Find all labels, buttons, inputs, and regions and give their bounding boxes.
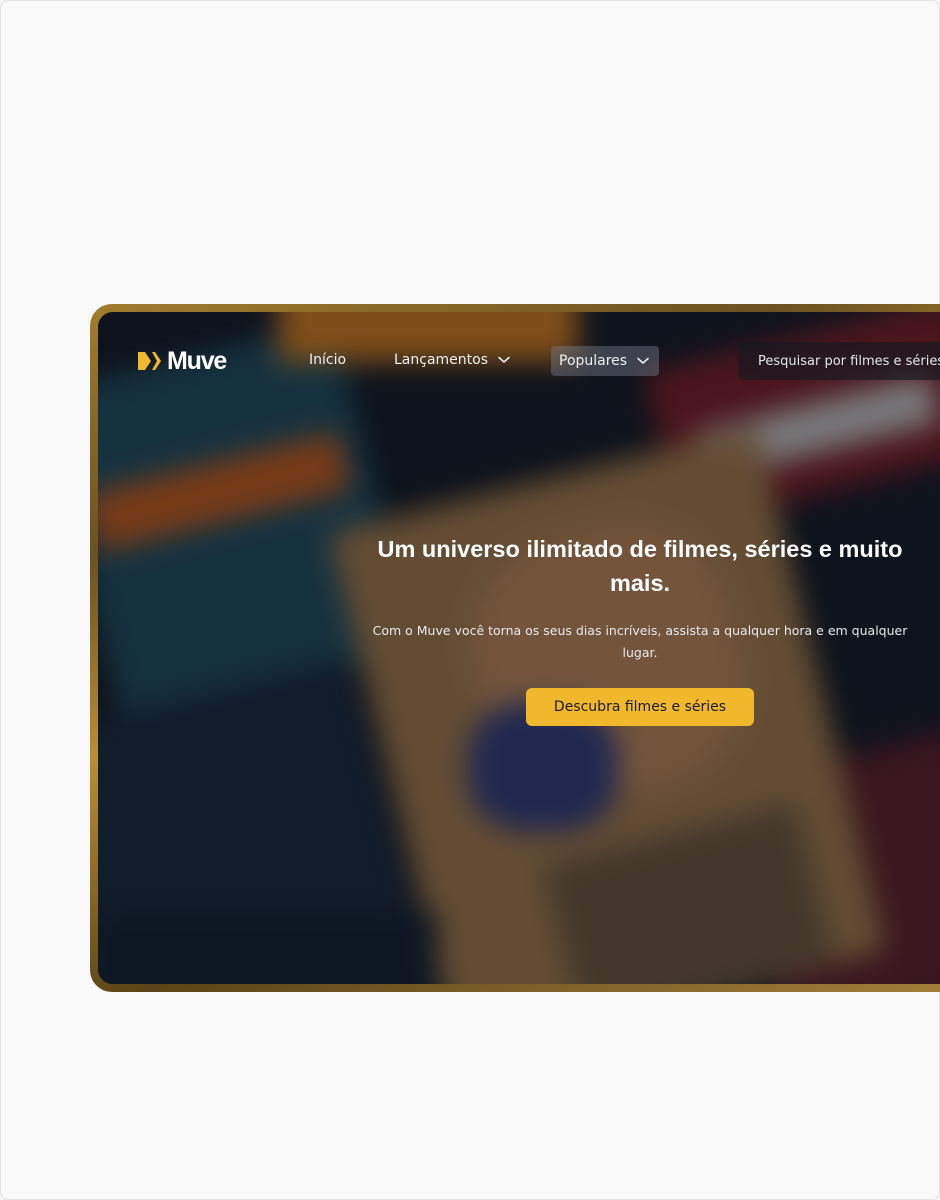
nav-item-launches[interactable]: Lançamentos	[394, 352, 510, 368]
nav-item-launches-label: Lançamentos	[394, 352, 489, 368]
discover-button[interactable]: Descubra filmes e séries	[526, 688, 754, 726]
search-bar[interactable]	[738, 342, 940, 380]
brand-name: Muve	[167, 347, 227, 375]
double-chevron-play-icon	[138, 351, 164, 371]
search-input[interactable]	[758, 353, 940, 369]
hero-section: Muve Início Lançamentos Populares Pesqui…	[98, 312, 940, 984]
hero-subtitle: Com o Muve você torna os seus dias incrí…	[372, 623, 908, 660]
nav-item-home-label: Início	[309, 352, 347, 368]
top-navigation: Muve Início Lançamentos Populares	[98, 312, 940, 412]
chevron-down-icon	[637, 357, 649, 365]
hero-headline: Um universo ilimitado de filmes, séries …	[377, 536, 903, 596]
brand-logo[interactable]: Muve	[138, 347, 227, 375]
hero-content: Um universo ilimitado de filmes, séries …	[370, 532, 910, 726]
nav-item-popular[interactable]: Populares	[551, 346, 660, 376]
nav-item-popular-label: Populares	[559, 353, 628, 369]
chevron-down-icon	[498, 356, 510, 364]
hero-frame: Muve Início Lançamentos Populares Pesqui…	[90, 304, 940, 992]
nav-item-home[interactable]: Início	[309, 352, 346, 368]
